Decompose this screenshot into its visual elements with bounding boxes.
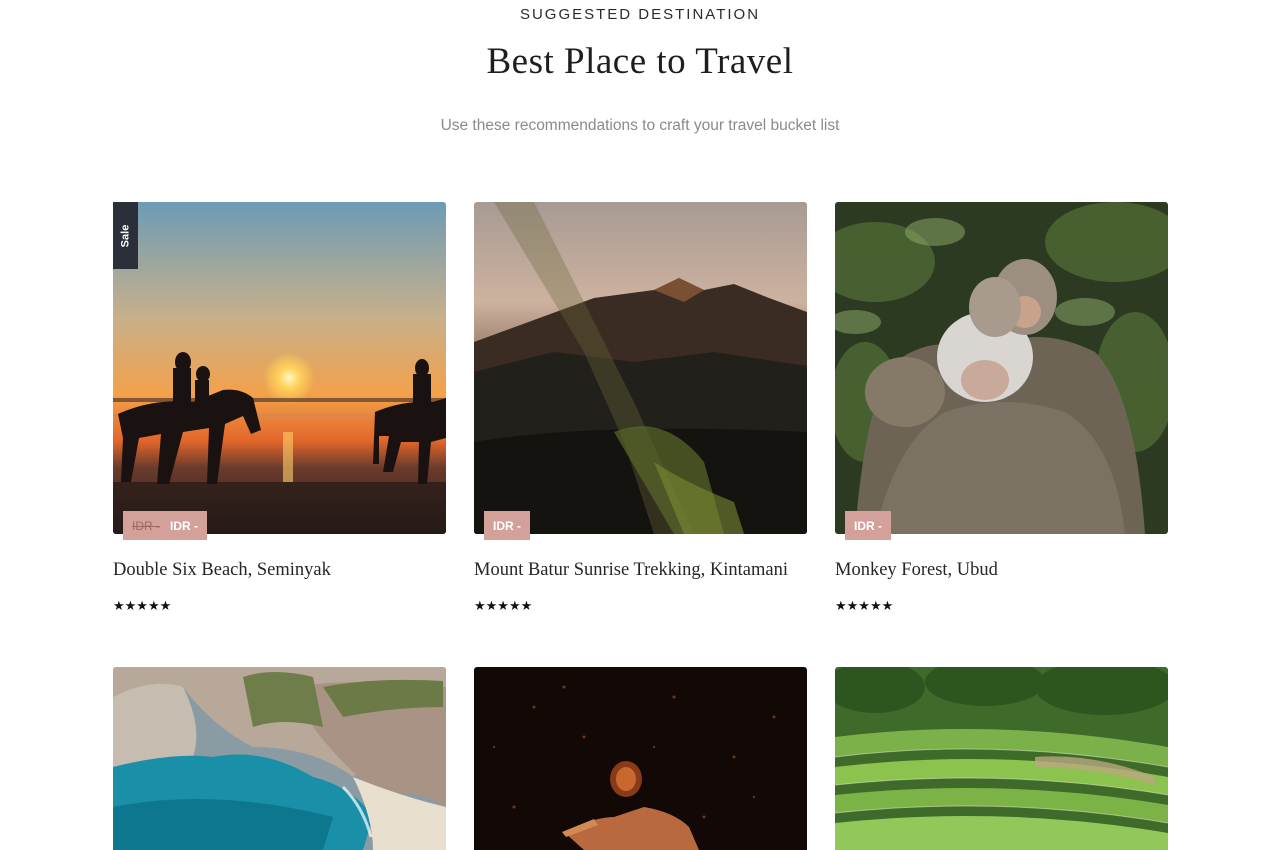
sale-badge: Sale	[113, 202, 138, 269]
price-badge: IDR -	[845, 511, 891, 540]
destination-image-monkeys[interactable]	[835, 202, 1168, 534]
price: IDR -	[170, 518, 198, 533]
star-rating: ★★★★★	[835, 598, 894, 613]
destination-image-beach[interactable]	[113, 202, 446, 534]
destination-name[interactable]: Mount Batur Sunrise Trekking, Kintamani	[474, 560, 814, 581]
star-rating: ★★★★★	[113, 598, 172, 613]
destination-image-mountain[interactable]	[474, 202, 807, 534]
section-subtitle: Use these recommendations to craft your …	[440, 117, 840, 134]
price: IDR -	[493, 518, 521, 533]
price: IDR -	[854, 518, 882, 533]
price-badge: IDR -	[484, 511, 530, 540]
destination-name[interactable]: Monkey Forest, Ubud	[835, 560, 1175, 581]
destination-name[interactable]: Double Six Beach, Seminyak	[113, 560, 453, 581]
destination-image-rice-terraces[interactable]	[835, 667, 1168, 850]
old-price: IDR -	[132, 518, 160, 533]
section-eyebrow: SUGGESTED DESTINATION	[519, 6, 761, 23]
price-badge: IDR - IDR -	[123, 511, 207, 540]
sale-label: Sale	[119, 224, 132, 247]
star-rating: ★★★★★	[474, 598, 533, 613]
section-title: Best Place to Travel	[486, 41, 794, 82]
destination-image-dancer[interactable]	[474, 667, 807, 850]
destination-image-coast[interactable]	[113, 667, 446, 850]
